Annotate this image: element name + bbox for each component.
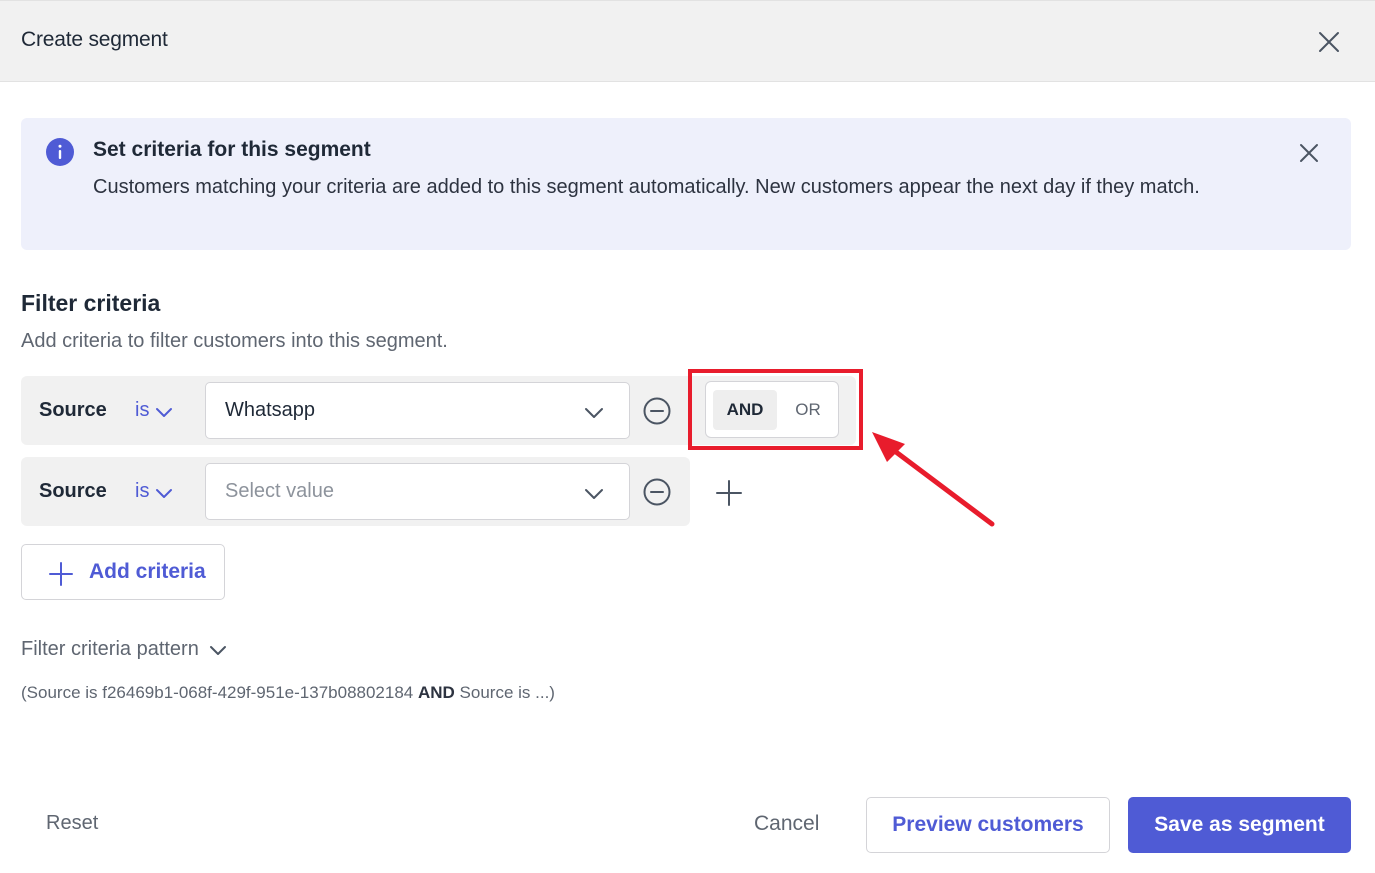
plus-icon xyxy=(49,562,73,586)
info-icon xyxy=(46,138,74,166)
filter-pattern-toggle[interactable]: Filter criteria pattern xyxy=(21,638,227,661)
dialog-header: Create segment xyxy=(0,0,1375,82)
annotation-arrow-icon xyxy=(872,432,995,527)
save-as-segment-button[interactable]: Save as segment xyxy=(1128,797,1351,853)
plus-icon[interactable] xyxy=(713,477,745,509)
operator-label: is xyxy=(135,399,150,421)
chevron-down-icon xyxy=(156,488,173,498)
cancel-button[interactable]: Cancel xyxy=(754,812,819,836)
banner-text: Customers matching your criteria are add… xyxy=(93,176,1200,198)
operator-dropdown[interactable]: is xyxy=(135,480,173,503)
remove-criteria-icon[interactable] xyxy=(642,396,672,426)
operator-label: is xyxy=(135,480,150,502)
criteria-field: Source xyxy=(39,399,107,421)
chevron-down-icon xyxy=(209,645,226,655)
select-value: Whatsapp xyxy=(225,399,316,421)
remove-criteria-icon[interactable] xyxy=(642,477,672,507)
chevron-down-icon xyxy=(585,489,603,499)
preview-customers-button[interactable]: Preview customers xyxy=(866,797,1110,853)
pattern-part1: (Source is f26469b1-068f-429f-951e-137b0… xyxy=(21,683,418,702)
info-banner: Set criteria for this segment Customers … xyxy=(21,118,1351,250)
pattern-part2: Source is ...) xyxy=(454,683,555,702)
dialog-title: Create segment xyxy=(21,28,168,51)
add-criteria-label: Add criteria xyxy=(89,560,206,583)
close-icon[interactable] xyxy=(1295,139,1323,167)
select-placeholder: Select value xyxy=(225,480,334,502)
chevron-down-icon xyxy=(585,408,603,418)
filter-pattern-text: (Source is f26469b1-068f-429f-951e-137b0… xyxy=(21,683,555,703)
criteria-row: Source is Select value xyxy=(21,457,690,526)
operator-dropdown[interactable]: is xyxy=(135,399,173,422)
annotation-highlight-box xyxy=(688,369,863,450)
value-select[interactable]: Select value xyxy=(205,463,630,520)
criteria-field: Source xyxy=(39,480,107,502)
banner-title: Set criteria for this segment xyxy=(93,138,371,161)
close-icon[interactable] xyxy=(1314,27,1344,57)
chevron-down-icon xyxy=(156,407,173,417)
section-description: Add criteria to filter customers into th… xyxy=(21,330,448,352)
value-select[interactable]: Whatsapp xyxy=(205,382,630,439)
section-title: Filter criteria xyxy=(21,290,161,316)
reset-button[interactable]: Reset xyxy=(46,812,98,835)
pattern-operator: AND xyxy=(417,683,455,702)
add-criteria-button[interactable]: Add criteria xyxy=(21,544,225,600)
filter-pattern-label: Filter criteria pattern xyxy=(21,638,199,660)
